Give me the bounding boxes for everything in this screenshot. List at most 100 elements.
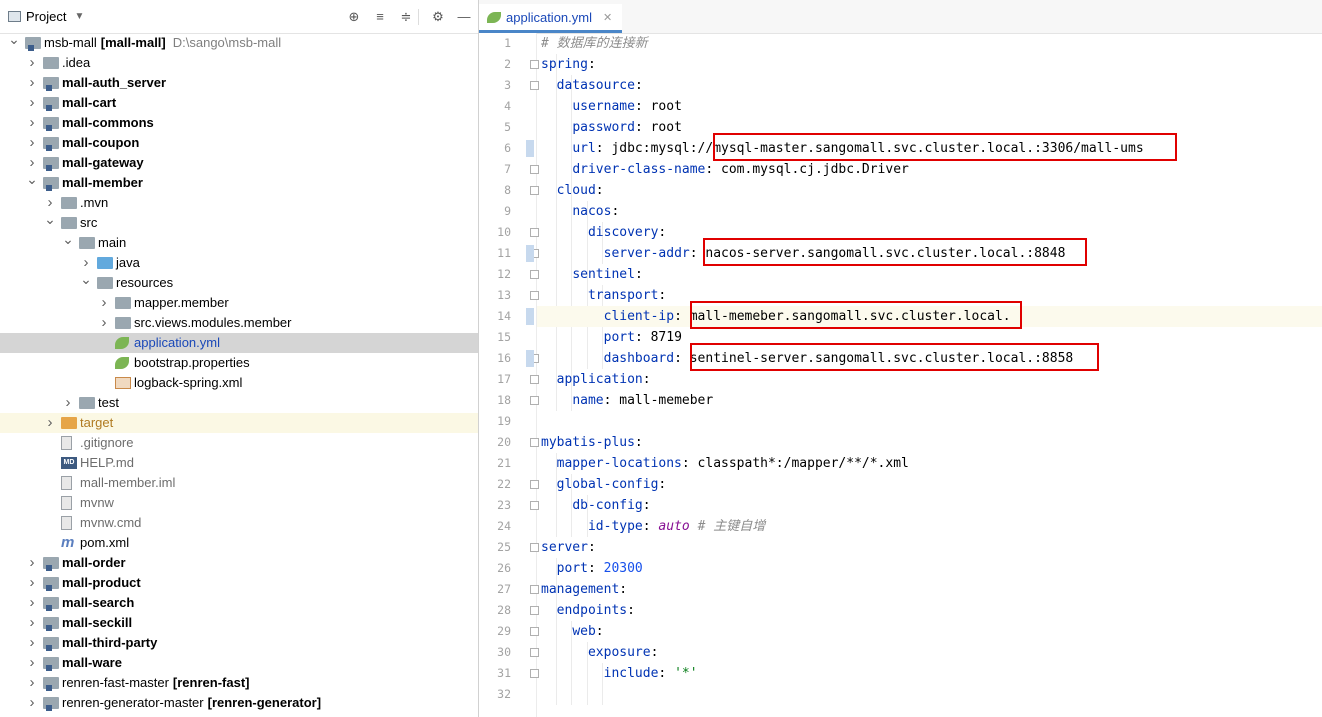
tree-item[interactable]: › src.views.modules.member <box>0 313 478 333</box>
chevron-right-icon[interactable]: › <box>26 593 38 613</box>
chevron-down-icon[interactable]: ⌄ <box>62 229 74 249</box>
code-line[interactable]: db-config: <box>537 495 1322 516</box>
chevron-right-icon[interactable]: › <box>26 573 38 593</box>
chevron-right-icon[interactable]: › <box>26 133 38 153</box>
code-line[interactable]: name: mall-memeber <box>537 390 1322 411</box>
tree-item[interactable]: › .mvn <box>0 193 478 213</box>
code-line[interactable]: server: <box>537 537 1322 558</box>
tab-application-yml[interactable]: application.yml ✕ <box>479 4 623 33</box>
chevron-right-icon[interactable]: › <box>26 93 38 113</box>
project-view-selector[interactable]: Project ▼ <box>8 9 84 24</box>
chevron-down-icon[interactable]: ⌄ <box>80 269 92 289</box>
tree-item[interactable]: ⌄ resources <box>0 271 478 293</box>
code-line[interactable]: url: jdbc:mysql://mysql-master.sangomall… <box>537 138 1322 159</box>
tree-item[interactable]: bootstrap.properties <box>0 353 478 373</box>
locate-icon[interactable]: ⊕ <box>346 9 362 25</box>
collapse-all-icon[interactable]: ≑ <box>398 9 414 25</box>
code-line[interactable]: dashboard: sentinel-server.sangomall.svc… <box>537 348 1322 369</box>
tree-item[interactable]: mvnw <box>0 493 478 513</box>
chevron-right-icon[interactable]: › <box>26 653 38 673</box>
tree-item[interactable]: › mall-coupon <box>0 133 478 153</box>
tree-item[interactable]: › mall-commons <box>0 113 478 133</box>
tree-item[interactable]: logback-spring.xml <box>0 373 478 393</box>
chevron-right-icon[interactable]: › <box>26 553 38 573</box>
tree-item[interactable]: MD HELP.md <box>0 453 478 473</box>
change-marker <box>526 350 534 367</box>
code-line[interactable]: server-addr: nacos-server.sangomall.svc.… <box>537 243 1322 264</box>
code-line[interactable]: # 数据库的连接新 <box>537 33 1322 54</box>
tree-item[interactable]: › java <box>0 253 478 273</box>
code-line[interactable]: nacos: <box>537 201 1322 222</box>
code-line[interactable]: spring: <box>537 54 1322 75</box>
tree-item[interactable]: ⌄ msb-mall [mall-mall] D:\sango\msb-mall <box>0 31 478 53</box>
code-line[interactable] <box>537 411 1322 432</box>
chevron-right-icon[interactable]: › <box>26 673 38 693</box>
tree-item[interactable]: › mall-seckill <box>0 613 478 633</box>
chevron-down-icon[interactable]: ⌄ <box>44 209 56 229</box>
chevron-down-icon[interactable]: ⌄ <box>26 169 38 189</box>
tree-item[interactable]: › mall-gateway <box>0 153 478 173</box>
tree-item[interactable]: .gitignore <box>0 433 478 453</box>
code-line[interactable]: include: '*' <box>537 663 1322 684</box>
code-line[interactable]: client-ip: mall-memeber.sangomall.svc.cl… <box>537 306 1322 327</box>
code-line[interactable]: mybatis-plus: <box>537 432 1322 453</box>
line-number: 9 <box>504 204 511 218</box>
tree-item[interactable]: m pom.xml <box>0 533 478 553</box>
code-line[interactable]: management: <box>537 579 1322 600</box>
code-line[interactable]: discovery: <box>537 222 1322 243</box>
project-view-icon <box>8 11 21 22</box>
chevron-right-icon[interactable]: › <box>98 293 110 313</box>
tree-item[interactable]: › mall-order <box>0 553 478 573</box>
code-line[interactable]: cloud: <box>537 180 1322 201</box>
chevron-right-icon[interactable]: › <box>44 413 56 433</box>
tree-item[interactable]: › .idea <box>0 53 478 73</box>
expand-all-icon[interactable]: ≡ <box>372 9 388 25</box>
tree-item[interactable]: › renren-generator-master [renren-generato… <box>0 693 478 713</box>
tree-item[interactable]: ⌄ main <box>0 231 478 253</box>
close-icon[interactable]: ✕ <box>603 11 612 24</box>
tree-item[interactable]: mall-member.iml <box>0 473 478 493</box>
chevron-right-icon[interactable]: › <box>62 393 74 413</box>
gear-icon[interactable]: ⚙ <box>430 9 446 25</box>
tree-item[interactable]: › test <box>0 393 478 413</box>
tree-item[interactable]: › mall-search <box>0 593 478 613</box>
tree-item[interactable]: ⌄ mall-member <box>0 171 478 193</box>
code-line[interactable]: username: root <box>537 96 1322 117</box>
tree-item[interactable]: › mall-cart <box>0 93 478 113</box>
code-line[interactable]: id-type: auto # 主键自增 <box>537 516 1322 537</box>
code-line[interactable]: password: root <box>537 117 1322 138</box>
tree-item[interactable]: mvnw.cmd <box>0 513 478 533</box>
code-line[interactable]: sentinel: <box>537 264 1322 285</box>
file-icon <box>61 476 72 490</box>
minimize-icon[interactable]: — <box>456 9 472 25</box>
tree-item[interactable]: › mall-ware <box>0 653 478 673</box>
chevron-right-icon[interactable]: › <box>26 613 38 633</box>
chevron-down-icon[interactable]: ⌄ <box>8 29 20 49</box>
chevron-right-icon[interactable]: › <box>26 53 38 73</box>
code-line[interactable]: transport: <box>537 285 1322 306</box>
code-area[interactable]: # 数据库的连接新 spring: datasource: username: r… <box>537 33 1322 717</box>
code-line[interactable]: driver-class-name: com.mysql.cj.jdbc.Dri… <box>537 159 1322 180</box>
code-line[interactable]: application: <box>537 369 1322 390</box>
tree-item[interactable]: › mall-product <box>0 573 478 593</box>
chevron-right-icon[interactable]: › <box>26 73 38 93</box>
chevron-right-icon[interactable]: › <box>26 633 38 653</box>
tree-item[interactable]: › renren-fast-master [renren-fast] <box>0 673 478 693</box>
chevron-right-icon[interactable]: › <box>26 113 38 133</box>
tree-item[interactable]: › target <box>0 413 478 433</box>
chevron-right-icon[interactable]: › <box>26 693 38 713</box>
code-line[interactable]: web: <box>537 621 1322 642</box>
tree-item[interactable]: › mall-auth_server <box>0 73 478 93</box>
code-line[interactable]: datasource: <box>537 75 1322 96</box>
code-line[interactable]: endpoints: <box>537 600 1322 621</box>
code-line[interactable]: exposure: <box>537 642 1322 663</box>
tree-item[interactable]: › mall-third-party <box>0 633 478 653</box>
chevron-right-icon[interactable]: › <box>98 313 110 333</box>
code-line[interactable]: port: 8719 <box>537 327 1322 348</box>
tree-item[interactable]: › mapper.member <box>0 293 478 313</box>
code-line[interactable] <box>537 684 1322 705</box>
code-line[interactable]: global-config: <box>537 474 1322 495</box>
code-line[interactable]: port: 20300 <box>537 558 1322 579</box>
tree-item[interactable]: application.yml <box>0 333 478 353</box>
code-line[interactable]: mapper-locations: classpath*:/mapper/**/… <box>537 453 1322 474</box>
